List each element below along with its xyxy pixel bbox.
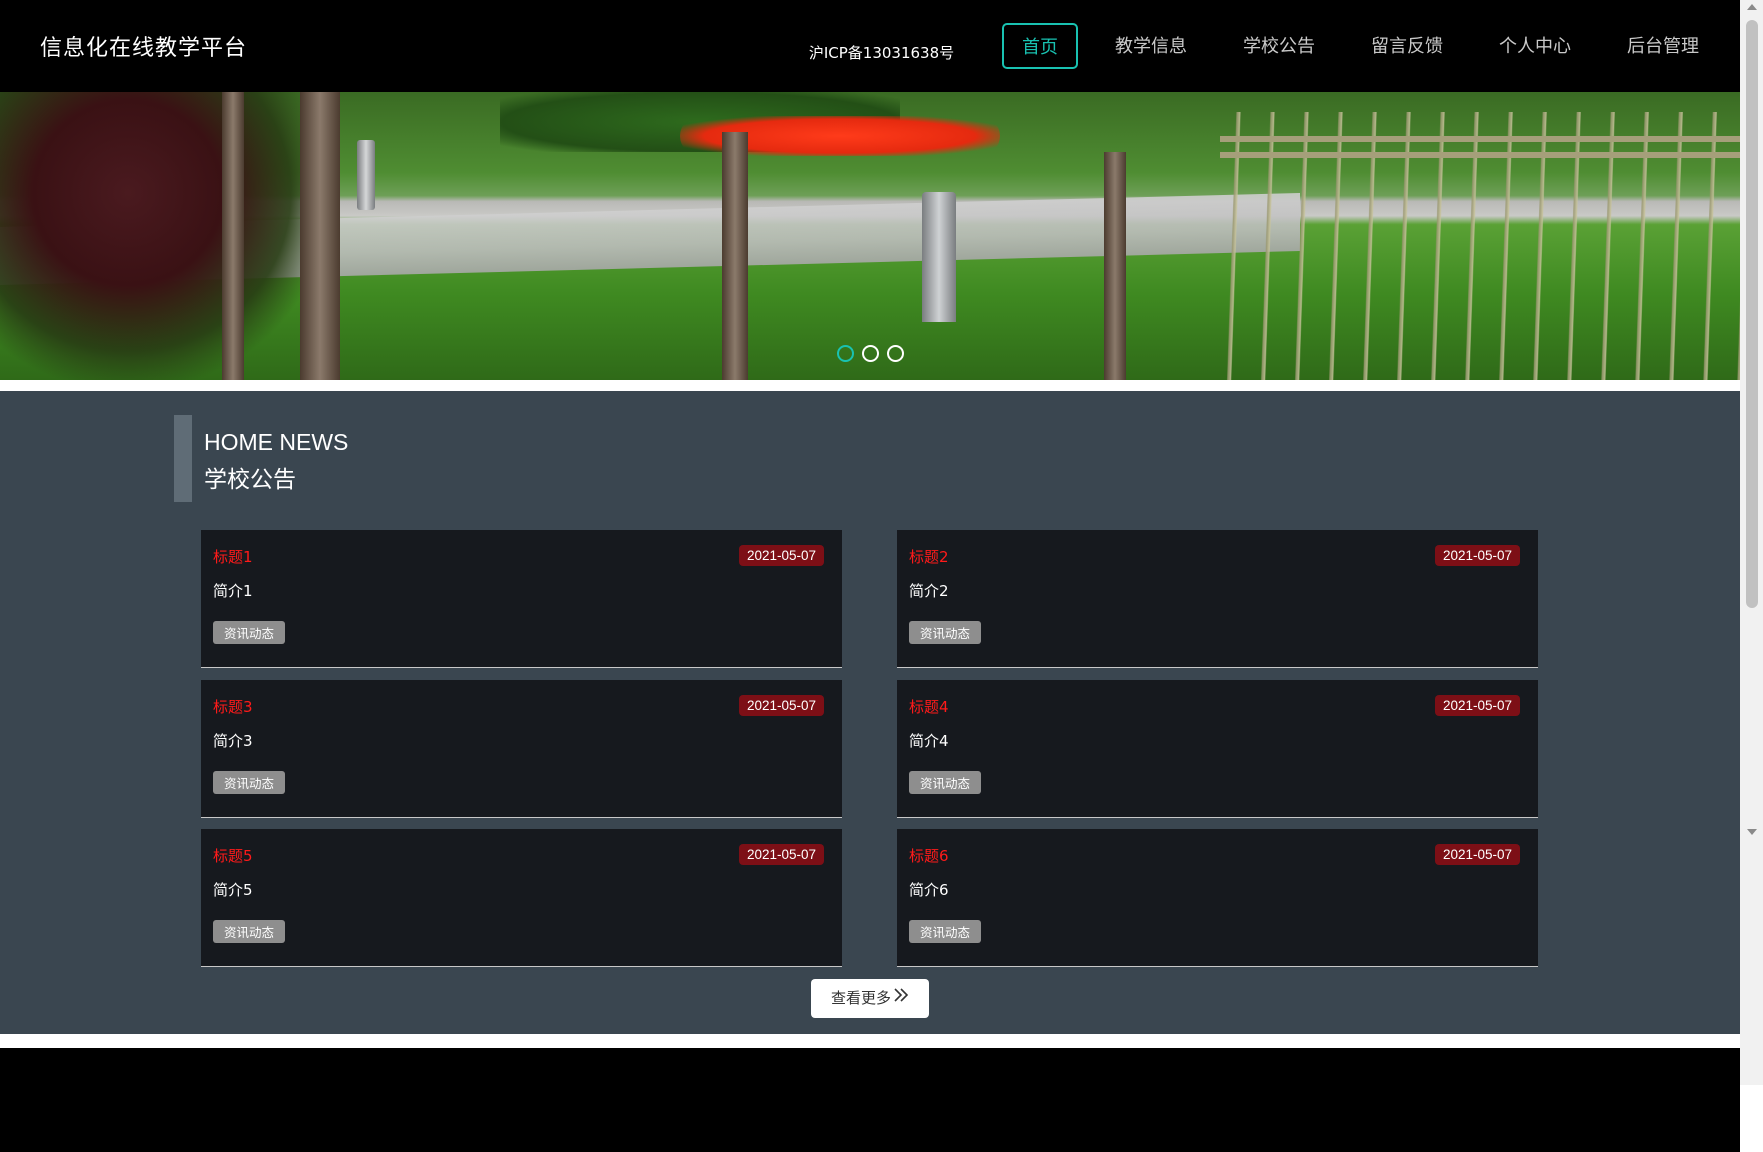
news-card-desc: 简介1 xyxy=(213,582,253,600)
news-card[interactable]: 标题3 2021-05-07 简介3 资讯动态 xyxy=(201,680,842,818)
news-card-desc: 简介3 xyxy=(213,732,253,750)
banner-image-lamp xyxy=(922,192,956,322)
news-card-title[interactable]: 标题2 xyxy=(909,546,949,567)
news-card[interactable]: 标题6 2021-05-07 简介6 资讯动态 xyxy=(897,829,1538,967)
news-card-desc: 简介2 xyxy=(909,582,949,600)
news-card[interactable]: 标题2 2021-05-07 简介2 资讯动态 xyxy=(897,530,1538,668)
news-card[interactable]: 标题4 2021-05-07 简介4 资讯动态 xyxy=(897,680,1538,818)
news-card-desc: 简介5 xyxy=(213,881,253,899)
news-card-title[interactable]: 标题3 xyxy=(213,696,253,717)
news-card-title[interactable]: 标题4 xyxy=(909,696,949,717)
news-card[interactable]: 标题5 2021-05-07 简介5 资讯动态 xyxy=(201,829,842,967)
banner-image-fence-rail xyxy=(1220,152,1740,158)
news-section: HOME NEWS 学校公告 标题1 2021-05-07 简介1 资讯动态 标… xyxy=(0,391,1740,1034)
news-card-tag: 资讯动态 xyxy=(213,920,286,943)
view-more-label: 查看更多 xyxy=(830,989,891,1007)
scroll-down-arrow-icon[interactable] xyxy=(1747,829,1757,835)
scroll-up-arrow-icon[interactable] xyxy=(1747,4,1757,10)
section-heading-cn: 学校公告 xyxy=(204,467,296,493)
news-card-date: 2021-05-07 xyxy=(738,844,824,865)
page-scrollbar[interactable] xyxy=(1740,0,1763,1085)
carousel-indicators xyxy=(0,345,1740,362)
banner-image-trunk xyxy=(300,92,340,380)
news-card-tag: 资讯动态 xyxy=(213,621,286,644)
carousel-dot-1[interactable] xyxy=(836,345,854,362)
banner-carousel[interactable] xyxy=(0,92,1740,380)
carousel-dot-3[interactable] xyxy=(886,345,904,362)
news-card[interactable]: 标题1 2021-05-07 简介1 资讯动态 xyxy=(201,530,842,668)
icp-record[interactable]: 沪ICP备13031638号 xyxy=(0,42,1763,63)
news-card-tag: 资讯动态 xyxy=(909,771,982,794)
page-footer xyxy=(0,1048,1740,1152)
banner-image-trunk xyxy=(222,92,244,380)
double-chevron-right-icon xyxy=(893,979,909,1018)
carousel-dot-2[interactable] xyxy=(861,345,879,362)
news-card-desc: 简介4 xyxy=(909,732,949,750)
banner-image-post xyxy=(357,140,375,210)
section-heading-en: HOME NEWS xyxy=(204,429,349,455)
news-card-title[interactable]: 标题6 xyxy=(909,845,949,866)
banner-image-trunk xyxy=(722,132,748,380)
news-card-tag: 资讯动态 xyxy=(909,920,982,943)
news-card-tag: 资讯动态 xyxy=(909,621,982,644)
section-accent-bar xyxy=(174,415,192,502)
news-card-date: 2021-05-07 xyxy=(1434,695,1520,716)
news-card-desc: 简介6 xyxy=(909,881,949,899)
news-card-title[interactable]: 标题5 xyxy=(213,845,253,866)
news-card-date: 2021-05-07 xyxy=(1434,545,1520,566)
news-card-date: 2021-05-07 xyxy=(738,545,824,566)
view-more-button[interactable]: 查看更多 xyxy=(811,979,929,1018)
banner-image-trees xyxy=(0,92,320,380)
news-card-date: 2021-05-07 xyxy=(738,695,824,716)
news-card-title[interactable]: 标题1 xyxy=(213,546,253,567)
news-card-date: 2021-05-07 xyxy=(1434,844,1520,865)
news-card-tag: 资讯动态 xyxy=(213,771,286,794)
banner-image-fence-rail xyxy=(1220,136,1740,142)
scrollbar-thumb[interactable] xyxy=(1746,20,1758,608)
